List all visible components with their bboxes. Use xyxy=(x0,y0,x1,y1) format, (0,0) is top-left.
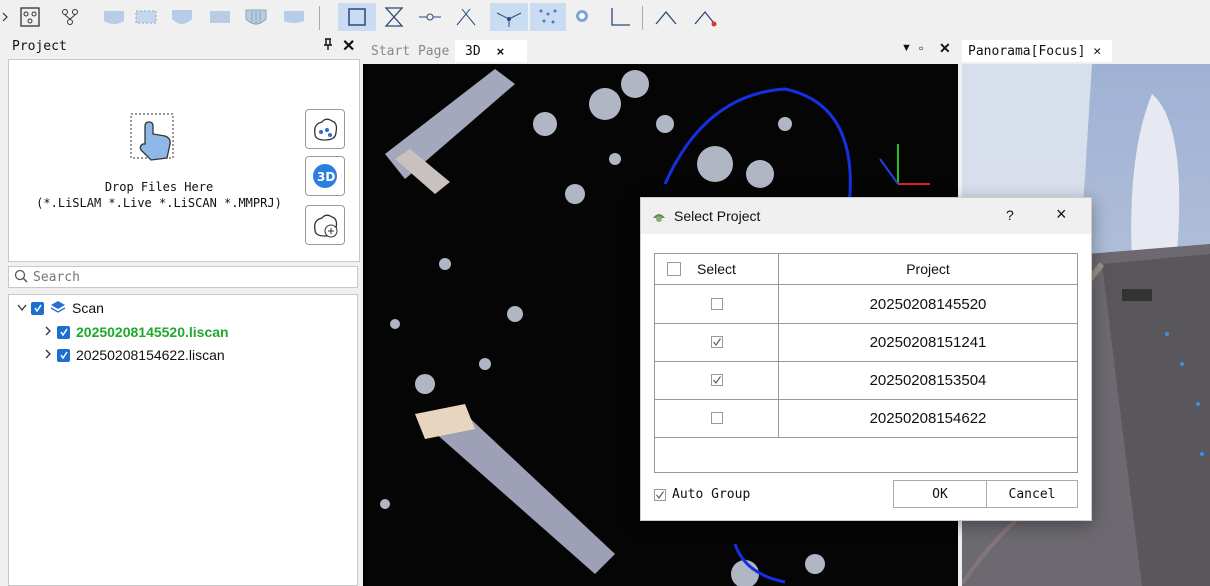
chevron-right-icon[interactable] xyxy=(39,325,57,339)
project-cell: 20250208154622 xyxy=(869,409,987,427)
tree-item-label: 20250208154622.liscan xyxy=(76,347,225,363)
add-pointcloud-button[interactable] xyxy=(305,205,345,245)
row-checkbox[interactable] xyxy=(710,298,723,310)
open-pointcloud-button[interactable] xyxy=(305,109,345,149)
tree-item[interactable]: 20250208154622.liscan xyxy=(39,344,225,366)
tab-close-icon[interactable]: × xyxy=(497,44,505,59)
project-cell: 20250208151241 xyxy=(869,333,987,351)
open-3d-button[interactable]: 3D xyxy=(305,156,345,196)
topology-icon[interactable] xyxy=(16,3,44,31)
auto-group-checkbox[interactable] xyxy=(654,488,666,501)
shape-6-icon[interactable] xyxy=(280,3,308,31)
checkbox-checked-icon[interactable] xyxy=(57,348,70,362)
scatter-icon[interactable] xyxy=(530,3,566,31)
cluster-icon[interactable] xyxy=(570,3,598,31)
intersect-icon[interactable] xyxy=(452,3,480,31)
shape-5-icon[interactable] xyxy=(242,3,270,31)
chevron-right-icon[interactable] xyxy=(39,348,57,362)
tree-root-scan[interactable]: Scan xyxy=(13,297,104,319)
help-button[interactable]: ? xyxy=(1006,207,1014,223)
table-row[interactable]: 20250208151241 xyxy=(655,323,1077,362)
checkbox-checked-icon[interactable] xyxy=(31,301,44,315)
drop-file-types: (*.LiSLAM *.Live *.LiSCAN *.MMPRJ) xyxy=(36,196,282,210)
row-checkbox[interactable] xyxy=(710,336,723,348)
toolbar-separator xyxy=(642,6,643,30)
tab-close-icon[interactable]: ✕ xyxy=(1093,44,1101,59)
pin-icon[interactable] xyxy=(323,38,333,54)
tab-panorama[interactable]: Panorama[Focus] ✕ xyxy=(962,40,1112,62)
chevron-down-icon[interactable] xyxy=(13,301,31,315)
column-header-select[interactable]: Select xyxy=(655,254,779,285)
peak-icon[interactable] xyxy=(652,3,680,31)
tree-split-icon[interactable] xyxy=(56,3,84,31)
ok-button[interactable]: OK xyxy=(893,480,987,508)
select-all-checkbox[interactable] xyxy=(667,262,681,276)
project-cell: 20250208153504 xyxy=(869,371,987,389)
dropdown-arrow-icon[interactable]: ▼ xyxy=(901,42,912,54)
view-3d-tabbar: Start Page 3D × ▼ ▫ ✕ xyxy=(363,36,958,64)
close-icon[interactable]: ✕ xyxy=(342,36,355,56)
auto-group-label: Auto Group xyxy=(672,487,751,502)
dialog-titlebar: Select Project ? × xyxy=(641,198,1091,234)
column-header-project[interactable]: Project xyxy=(779,254,1077,285)
pin-line-icon[interactable] xyxy=(416,3,444,31)
select-box-icon[interactable] xyxy=(338,3,376,31)
tree-root-label: Scan xyxy=(72,300,104,316)
svg-text:3D: 3D xyxy=(317,170,335,184)
chevron-right-icon[interactable] xyxy=(0,3,10,31)
tab-3d[interactable]: 3D × xyxy=(455,40,527,62)
toolbar-separator xyxy=(319,6,320,30)
shape-2-icon[interactable] xyxy=(132,3,160,31)
project-table: Select Project 20250208145520 2025020815… xyxy=(654,253,1078,473)
drop-hand-icon xyxy=(129,112,189,175)
project-panel-header: Project ✕ xyxy=(0,36,361,58)
auto-group-option[interactable]: Auto Group xyxy=(654,487,750,502)
search-box[interactable] xyxy=(8,266,358,288)
layers-icon xyxy=(50,300,66,317)
dialog-close-button[interactable]: × xyxy=(1056,204,1067,225)
fork-icon[interactable] xyxy=(490,3,528,31)
project-panel: Project ✕ Drop Files Here (*.LiSLAM *.Li… xyxy=(0,36,361,586)
checkbox-checked-icon[interactable] xyxy=(57,325,70,339)
angle-icon[interactable] xyxy=(606,3,634,31)
float-icon[interactable]: ▫ xyxy=(919,41,923,55)
drop-instructions: Drop Files Here xyxy=(104,180,214,194)
table-row[interactable]: 20250208145520 xyxy=(655,285,1077,324)
shape-4-icon[interactable] xyxy=(206,3,234,31)
shape-3-icon[interactable] xyxy=(168,3,196,31)
drop-zone[interactable]: Drop Files Here (*.LiSLAM *.Live *.LiSCA… xyxy=(8,59,360,262)
table-row[interactable]: 20250208154622 xyxy=(655,399,1077,438)
project-cell: 20250208145520 xyxy=(869,295,987,313)
shape-1-icon[interactable] xyxy=(100,3,128,31)
row-checkbox[interactable] xyxy=(710,412,723,424)
search-input[interactable] xyxy=(33,268,343,286)
cancel-button[interactable]: Cancel xyxy=(986,480,1078,508)
select-project-dialog: Select Project ? × Select Project 202502… xyxy=(640,197,1092,521)
tree-item-label: 20250208145520.liscan xyxy=(76,324,229,340)
row-checkbox[interactable] xyxy=(710,374,723,386)
main-toolbar xyxy=(0,0,1210,36)
project-tree: Scan 20250208145520.liscan 2025020815462… xyxy=(8,294,358,586)
dialog-title: Select Project xyxy=(674,208,761,224)
close-icon[interactable]: ✕ xyxy=(939,40,951,57)
table-row[interactable]: 20250208153504 xyxy=(655,361,1077,400)
tree-item[interactable]: 20250208145520.liscan xyxy=(39,321,229,343)
app-logo-icon xyxy=(651,208,667,225)
project-panel-title: Project xyxy=(12,39,67,54)
search-icon xyxy=(14,269,28,286)
hourglass-icon[interactable] xyxy=(376,3,412,31)
tab-start-page[interactable]: Start Page xyxy=(371,40,449,62)
panorama-tabbar: Panorama[Focus] ✕ xyxy=(962,36,1210,64)
peak-edit-icon[interactable] xyxy=(692,3,720,31)
